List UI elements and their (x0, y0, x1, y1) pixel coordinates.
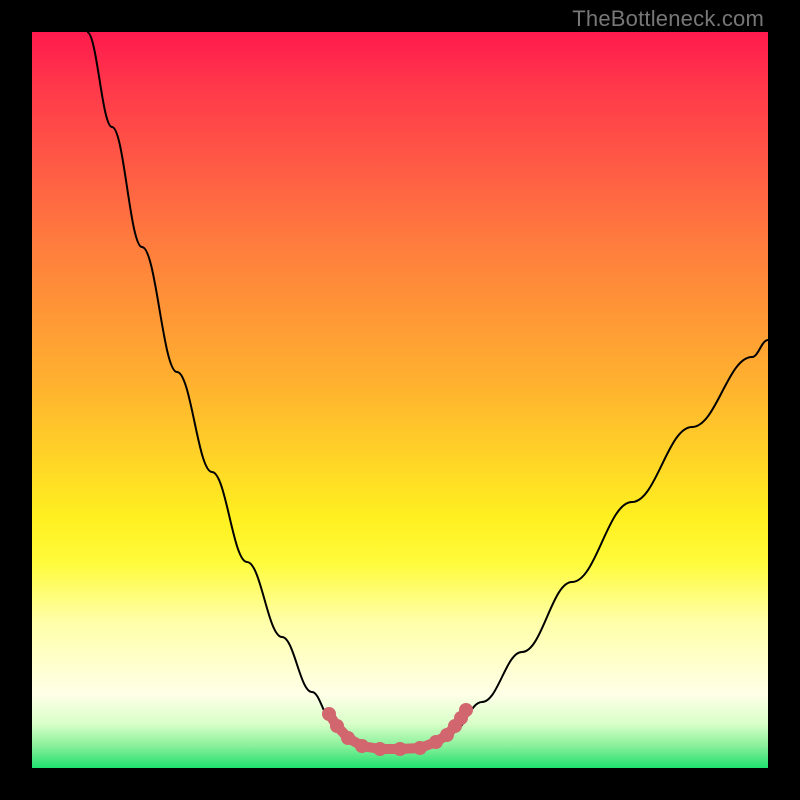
trough-dot (393, 742, 407, 756)
trough-highlight (322, 703, 473, 756)
trough-dot (355, 739, 369, 753)
trough-dot (413, 741, 427, 755)
watermark-text: TheBottleneck.com (572, 6, 764, 32)
chart-frame: TheBottleneck.com (0, 0, 800, 800)
trough-dot (373, 742, 387, 756)
bottleneck-curve (87, 32, 768, 749)
trough-dot (459, 703, 473, 717)
trough-dot (330, 719, 344, 733)
trough-dot (322, 707, 336, 721)
curve-svg (32, 32, 768, 768)
plot-area (32, 32, 768, 768)
trough-dot (341, 731, 355, 745)
